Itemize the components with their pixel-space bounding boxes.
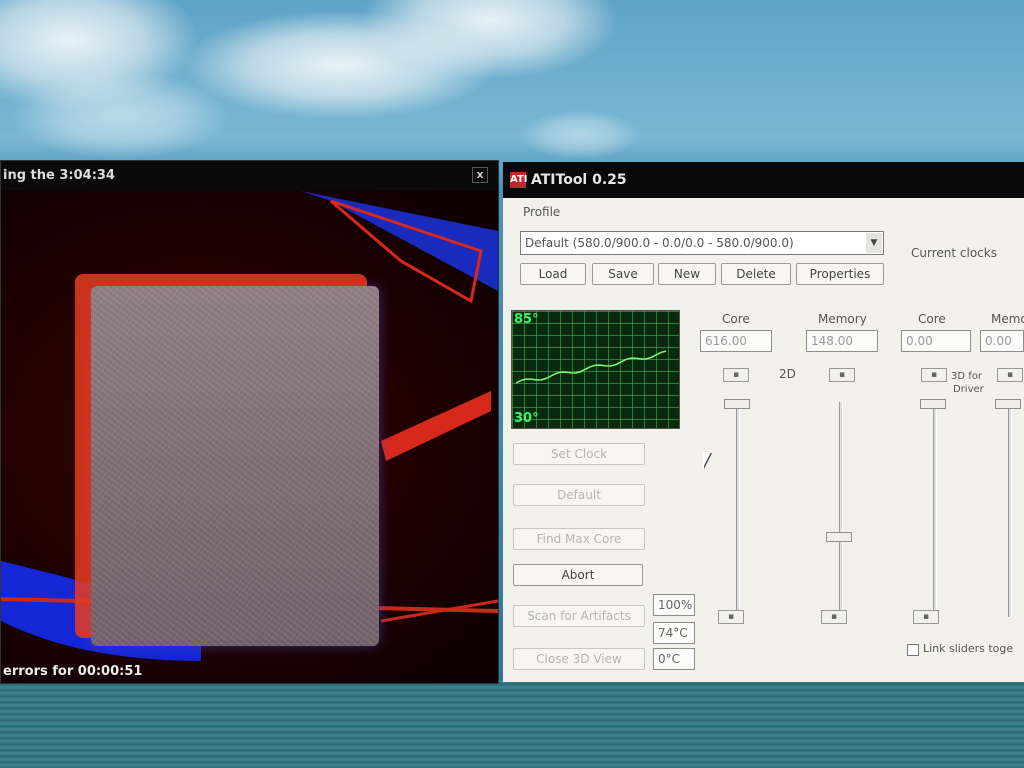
profile-label: Profile [523,205,561,219]
link-sliders-checkbox[interactable] [907,644,919,656]
3d-for-label: 3D for [951,371,982,382]
memory-step-button[interactable]: ▪ [829,368,855,382]
current-memory-slider-track[interactable] [1008,402,1012,617]
link-sliders-label: Link sliders toge [923,642,1014,655]
save-profile-button[interactable]: Save [592,263,654,285]
abort-button[interactable]: Abort [513,564,643,586]
graph-plot [515,350,667,384]
3d-view-title: ing the 3:04:34 [3,168,115,183]
red-edge [381,391,491,461]
atitool-title: ATITool 0.25 [531,172,627,188]
memory-clock-slider-thumb[interactable] [826,532,852,542]
current-core-slider-track[interactable] [933,402,937,617]
atitool-window[interactable]: ATI ATITool 0.25 Profile Default (580.0/… [503,162,1024,682]
load-profile-button[interactable]: Load [520,263,586,285]
3d-view-status: errors for 00:00:51 [3,664,143,679]
desktop-background: ing the 3:04:34 x errors for 00:00:51 AT… [0,0,1024,768]
find-max-core-button[interactable]: Find Max Core [513,528,645,550]
temperature-graph: 85° 30° [511,310,680,429]
memory-clock-field[interactable]: 148.00 [806,330,878,352]
current-core-label: Core [918,312,946,326]
core-slider-bottom-button[interactable]: ▪ [718,610,744,624]
close-icon[interactable]: x [472,167,488,183]
current-memory-field: 0.00 [980,330,1024,352]
blue-shape [301,191,498,291]
core-clock-field[interactable]: 616.00 [700,330,772,352]
fur-cube [91,286,379,646]
core-step-button[interactable]: ▪ [723,368,749,382]
current-core-step-button[interactable]: ▪ [921,368,947,382]
clock-mode-label: 2D [779,367,796,381]
atitool-titlebar[interactable]: ATI ATITool 0.25 [503,162,1024,198]
cloud [520,110,640,160]
profile-properties-button[interactable]: Properties [796,263,884,285]
ambient-temperature-readout: 0°C [653,648,695,670]
memory-clock-label: Memory [818,312,867,326]
memory-clock-slider-track[interactable] [839,402,843,617]
current-clocks-label: Current clocks [911,246,997,260]
temperature-line [515,350,667,384]
current-memory-label: Memory [991,312,1024,326]
core-clock-label: Core [722,312,750,326]
profile-dropdown[interactable]: Default (580.0/900.0 - 0.0/0.0 - 580.0/9… [520,231,884,255]
current-core-field: 0.00 [901,330,971,352]
cloud [10,70,230,160]
gpu-temperature-readout: 74°C [653,622,695,644]
memory-slider-bottom-button[interactable]: ▪ [821,610,847,624]
current-memory-slider-thumb[interactable] [995,399,1021,409]
sea-background [0,680,1024,768]
3d-view-titlebar[interactable]: ing the 3:04:34 x [1,161,498,191]
current-core-bottom-button[interactable]: ▪ [913,610,939,624]
3d-render-canvas [1,191,498,683]
current-core-slider-thumb[interactable] [920,399,946,409]
core-clock-slider-track[interactable] [736,402,740,617]
profile-selected-value: Default (580.0/900.0 - 0.0/0.0 - 580.0/9… [525,236,794,250]
ati-logo-icon: ATI [510,172,528,188]
chevron-down-icon[interactable]: ▼ [866,233,882,253]
new-profile-button[interactable]: New [658,263,716,285]
default-button[interactable]: Default [513,484,645,506]
3d-view-window[interactable]: ing the 3:04:34 x errors for 00:00:51 [0,160,499,684]
set-clock-button[interactable]: Set Clock [513,443,645,465]
driver-label: Driver [953,384,984,395]
scan-for-artifacts-button[interactable]: Scan for Artifacts [513,605,645,627]
fan-speed-readout: 100% [653,594,695,616]
delete-profile-button[interactable]: Delete [721,263,791,285]
current-memory-step-button[interactable]: ▪ [997,368,1023,382]
mouse-cursor-icon [703,452,711,468]
close-3d-view-button[interactable]: Close 3D View [513,648,645,670]
core-clock-slider-thumb[interactable] [724,399,750,409]
